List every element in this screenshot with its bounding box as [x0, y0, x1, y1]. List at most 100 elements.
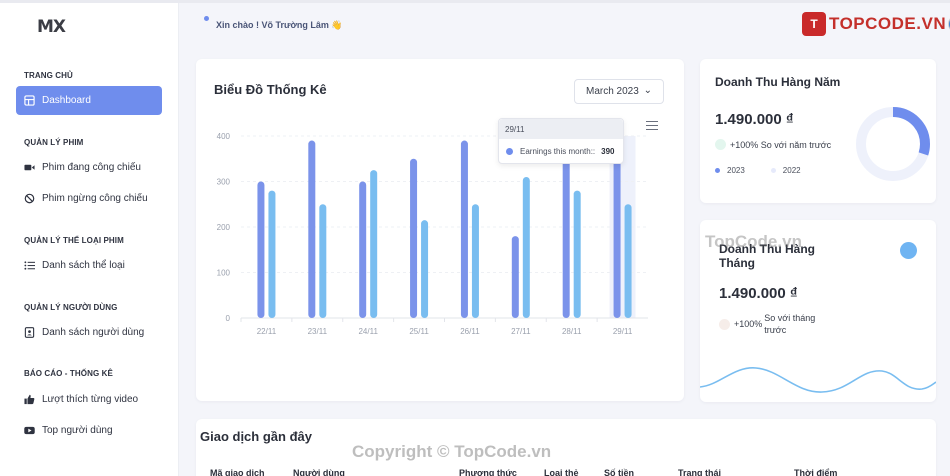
monthly-revenue-title: Doanh Thu Hàng Tháng — [719, 242, 815, 270]
tooltip-series-dot — [506, 148, 513, 155]
column-header: Số tiền — [604, 468, 635, 476]
sidebar-item-genre-list[interactable]: Danh sách thể loại — [16, 251, 162, 280]
change-indicator — [719, 318, 730, 330]
monthly-change: +100% So với tháng trước — [719, 312, 834, 336]
recent-transactions-card: Giao dịch gần đây Mã giao dịch Người dùn… — [196, 419, 936, 476]
monthly-change-pct: +100% — [734, 319, 763, 329]
y-tick-label: 200 — [217, 223, 231, 232]
x-tick-label: 22/11 — [257, 327, 277, 336]
sidebar: MX TRANG CHỦ Dashboard QUẢN LÝ PHIM Phim… — [0, 3, 179, 476]
section-title-home: TRANG CHỦ — [24, 71, 73, 80]
y-tick-label: 400 — [217, 132, 231, 141]
yearly-revenue-value: 1.490.000 ₫ — [715, 111, 794, 128]
greeting-text: Xin chào ! Võ Trường Lâm 👋 — [216, 20, 343, 30]
legend-dot-2022 — [770, 168, 776, 173]
column-header: Phương thức — [459, 468, 517, 476]
sidebar-item-label: Lượt thích từng video — [42, 394, 139, 405]
user-card-icon — [22, 326, 36, 340]
sidebar-item-top-users[interactable]: Top người dùng — [16, 416, 162, 445]
x-tick-label: 28/11 — [562, 327, 582, 336]
section-title-genres: QUẢN LÝ THỂ LOẠI PHIM — [24, 236, 124, 245]
column-header: Mã giao dịch — [210, 468, 265, 476]
bar-22-11-series-0[interactable] — [257, 181, 265, 319]
bar-25-11-series-1[interactable] — [421, 220, 429, 318]
monthly-change-label: So với tháng trước — [764, 313, 816, 335]
chart-tooltip: 29/11 Earnings this month:: 390 — [498, 118, 624, 164]
column-header: Người dùng — [293, 468, 345, 476]
statistics-chart-card: Biểu Đồ Thống Kê March 2023 ⌄ 0 100 200 300… — [196, 59, 684, 401]
column-header: Loại thẻ — [544, 468, 579, 476]
bar-chart: 0 100 200 300 400 22/11 23/11 24/11 25/11 26/11 27… — [217, 132, 648, 336]
monthly-revenue-card: Doanh Thu Hàng Tháng 1.490.000 ₫ +100% S… — [700, 220, 936, 402]
bar-28-11-series-0[interactable] — [562, 140, 570, 318]
change-indicator — [715, 139, 726, 150]
sidebar-item-showing-movies[interactable]: Phim đang công chiếu — [16, 153, 162, 182]
monthly-revenue-value: 1.490.000 ₫ — [719, 285, 798, 302]
yearly-donut-chart — [856, 107, 930, 181]
bar-28-11-series-1[interactable] — [573, 190, 581, 318]
x-tick-label: 24/11 — [358, 327, 378, 336]
sidebar-item-stopped-movies[interactable]: Phim ngừng công chiếu — [16, 184, 162, 213]
column-header: Thời điểm — [794, 468, 838, 476]
yearly-change-pct: +100% — [730, 139, 759, 150]
yearly-revenue-card: Doanh Thu Hàng Năm 1.490.000 ₫ +100% So … — [700, 59, 936, 203]
y-tick-label: 0 — [226, 314, 231, 323]
bar-25-11-series-0[interactable] — [410, 158, 418, 318]
legend-label-2022: 2022 — [782, 166, 801, 175]
x-tick-label: 23/11 — [308, 327, 328, 336]
bar-23-11-series-0[interactable] — [308, 140, 316, 318]
sidebar-item-label: Top người dùng — [42, 425, 113, 436]
brand-logo: T TOPCODE.VN — [802, 12, 950, 36]
yearly-legend: 2023 2022 — [715, 166, 801, 175]
bar-27-11-series-1[interactable] — [522, 176, 530, 318]
y-tick-label: 100 — [217, 269, 231, 278]
sidebar-item-label: Dashboard — [42, 95, 91, 106]
logo: MX — [37, 17, 66, 37]
bar-29-11-series-1[interactable] — [624, 204, 632, 318]
yearly-change: +100% So với năm trước — [715, 139, 831, 150]
sidebar-item-label: Danh sách người dùng — [42, 327, 145, 338]
column-header: Trạng thái — [678, 468, 722, 476]
list-icon — [22, 259, 36, 273]
ban-icon — [22, 192, 36, 206]
brand-badge: T — [802, 12, 826, 36]
greeting-dot — [204, 16, 209, 21]
bar-22-11-series-1[interactable] — [268, 190, 276, 318]
sidebar-item-label: Phim ngừng công chiếu — [42, 193, 148, 204]
legend-dot-2023 — [715, 168, 720, 173]
bar-24-11-series-0[interactable] — [359, 181, 367, 319]
bar-26-11-series-1[interactable] — [471, 204, 479, 318]
tooltip-date: 29/11 — [499, 119, 623, 139]
legend-label-2023: 2023 — [727, 166, 745, 175]
sidebar-item-label: Phim đang công chiếu — [42, 162, 141, 173]
sidebar-item-label: Danh sách thể loại — [42, 260, 125, 271]
yearly-change-label: So với năm trước — [760, 139, 832, 150]
section-title-users: QUẢN LÝ NGƯỜI DÙNG — [24, 303, 118, 312]
monthly-sparkline — [700, 367, 936, 393]
bar-27-11-series-0[interactable] — [511, 236, 519, 318]
x-tick-label: 27/11 — [511, 327, 531, 336]
yearly-revenue-title: Doanh Thu Hàng Năm — [715, 75, 841, 89]
video-icon — [22, 161, 36, 175]
tooltip-value: 390 — [601, 147, 615, 156]
sidebar-item-dashboard[interactable]: Dashboard — [16, 86, 162, 115]
tooltip-label: Earnings this month:: — [520, 147, 596, 156]
bar-24-11-series-1[interactable] — [370, 170, 378, 318]
dashboard-icon — [22, 94, 36, 108]
brand-text: TOPCODE.VN — [829, 14, 947, 33]
bar-29-11-series-0[interactable] — [613, 140, 621, 318]
status-circle — [900, 242, 917, 259]
sidebar-item-user-list[interactable]: Danh sách người dùng — [16, 318, 162, 347]
x-tick-label: 25/11 — [409, 327, 429, 336]
thumbs-up-icon — [22, 393, 36, 407]
section-title-reports: BÁO CÁO - THỐNG KÊ — [24, 369, 113, 378]
sidebar-item-likes-per-video[interactable]: Lượt thích từng video — [16, 385, 162, 414]
x-tick-label: 26/11 — [460, 327, 480, 336]
bar-23-11-series-1[interactable] — [319, 204, 327, 318]
bar-26-11-series-0[interactable] — [460, 140, 468, 318]
transactions-title: Giao dịch gần đây — [200, 429, 312, 444]
y-tick-label: 300 — [217, 178, 231, 187]
x-tick-label: 29/11 — [613, 327, 633, 336]
section-title-movies: QUẢN LÝ PHIM — [24, 138, 84, 147]
youtube-icon — [22, 424, 36, 438]
